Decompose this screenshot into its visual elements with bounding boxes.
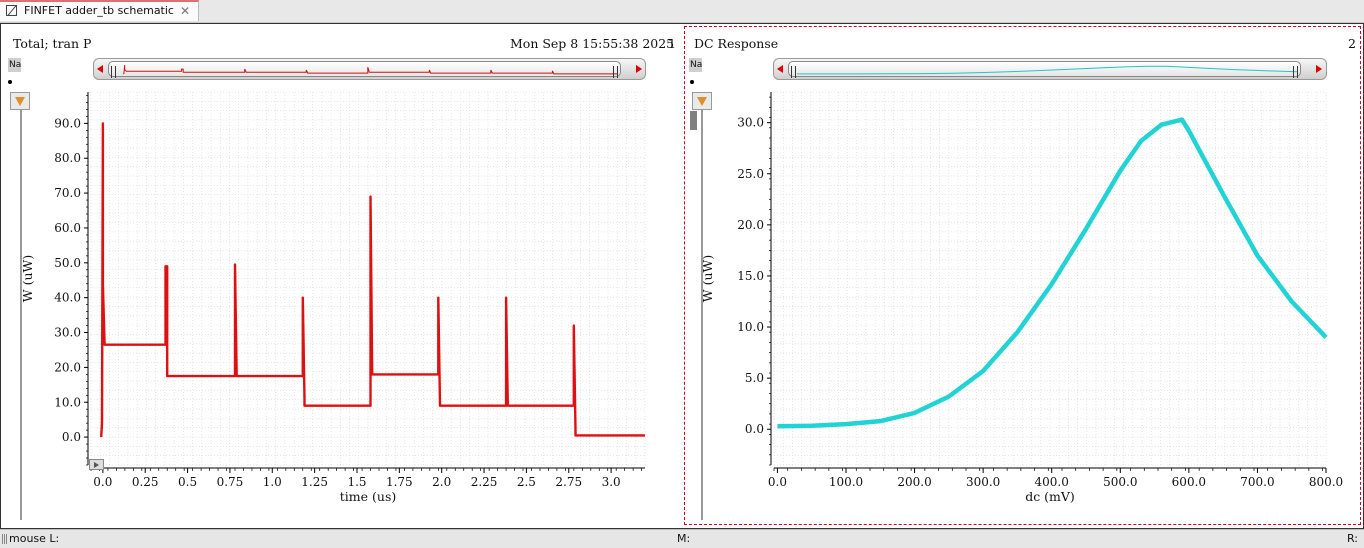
tab-schematic[interactable]: FINFET adder_tb schematic ✕ — [0, 0, 199, 21]
x-tick-label: 0.0 — [768, 475, 787, 489]
x-tick-label: 200.0 — [897, 475, 931, 489]
y-tick-label: 0.0 — [745, 422, 764, 436]
x-tick-label: 1.25 — [301, 475, 328, 489]
y-tick-label: 60.0 — [54, 221, 81, 235]
x-tick-label: 2.75 — [555, 475, 582, 489]
y-tick-label: 40.0 — [54, 291, 81, 305]
x-tick-label: 1.75 — [386, 475, 413, 489]
series-line[interactable] — [100, 122, 645, 438]
x-tick-label: 400.0 — [1035, 475, 1069, 489]
x-tick-label: 2.25 — [471, 475, 498, 489]
x-tick-label: 700.0 — [1240, 475, 1274, 489]
y-tick-label: 15.0 — [737, 269, 764, 283]
right-chart[interactable]: 0.0 5.0 10.0 15.0 20.0 25.0 30.0 0.0 100.0 200.0 3… — [684, 24, 1364, 524]
x-axis-label: dc (mV) — [1025, 489, 1075, 504]
y-tick-label: 10.0 — [54, 395, 81, 409]
y-tick-label: 20.0 — [737, 218, 764, 232]
y-axis-label: W (uW) — [20, 255, 35, 302]
y-tick-label: 5.0 — [745, 371, 764, 385]
y-axis-label: W (uW) — [700, 255, 715, 302]
x-tick-label: 0.5 — [178, 475, 197, 489]
x-tick-label: 500.0 — [1103, 475, 1137, 489]
x-tick-label: 600.0 — [1172, 475, 1206, 489]
grid — [90, 91, 646, 466]
grabber-icon[interactable] — [2, 534, 7, 544]
x-axis-label: time (us) — [340, 489, 396, 504]
y-tick-label: 30.0 — [737, 116, 764, 130]
status-bar: mouse L: M: R: — [0, 529, 1364, 548]
grid — [773, 91, 1327, 466]
mouse-middle-status: M: — [677, 532, 691, 545]
left-chart[interactable]: 0.0 10.0 20.0 30.0 40.0 50.0 60.0 70.0 80.0 90.0 0… — [0, 24, 680, 524]
y-tick-label: 30.0 — [54, 326, 81, 340]
mouse-right-status: R: — [1347, 532, 1359, 545]
x-tick-label: 2.5 — [517, 475, 536, 489]
series-line[interactable] — [777, 117, 1328, 429]
y-tick-label: 25.0 — [737, 167, 764, 181]
x-tick-label: 1.0 — [263, 475, 282, 489]
x-tick-label: 0.75 — [217, 475, 244, 489]
y-tick-label: 0.0 — [62, 430, 81, 444]
y-tick-label: 70.0 — [54, 186, 81, 200]
tab-bar: FINFET adder_tb schematic ✕ — [0, 0, 1364, 23]
y-tick-label: 50.0 — [54, 256, 81, 270]
tab-label: FINFET adder_tb schematic — [24, 4, 174, 17]
x-tick-label: 300.0 — [966, 475, 1000, 489]
y-tick-label: 20.0 — [54, 360, 81, 374]
plot-area[interactable]: 0.0 5.0 10.0 15.0 20.0 25.0 30.0 0.0 100.0 200.0 3… — [700, 91, 1343, 504]
x-tick-label: 3.0 — [602, 475, 621, 489]
y-tick-label: 10.0 — [737, 320, 764, 334]
mouse-left-status: mouse L: — [9, 532, 60, 545]
x-tick-label: 0.25 — [132, 475, 159, 489]
x-tick-label: 0.0 — [93, 475, 112, 489]
x-tick-label: 800.0 — [1309, 475, 1343, 489]
y-tick-label: 80.0 — [54, 151, 81, 165]
schematic-icon — [6, 5, 17, 16]
y-tick-label: 90.0 — [54, 116, 81, 130]
x-tick-label: 2.0 — [432, 475, 451, 489]
play-icon[interactable] — [89, 459, 104, 470]
x-tick-label: 100.0 — [829, 475, 863, 489]
x-tick-label: 1.5 — [347, 475, 366, 489]
close-icon[interactable]: ✕ — [180, 2, 190, 20]
plot-area[interactable]: 0.0 10.0 20.0 30.0 40.0 50.0 60.0 70.0 80.0 90.0 0… — [20, 91, 646, 504]
